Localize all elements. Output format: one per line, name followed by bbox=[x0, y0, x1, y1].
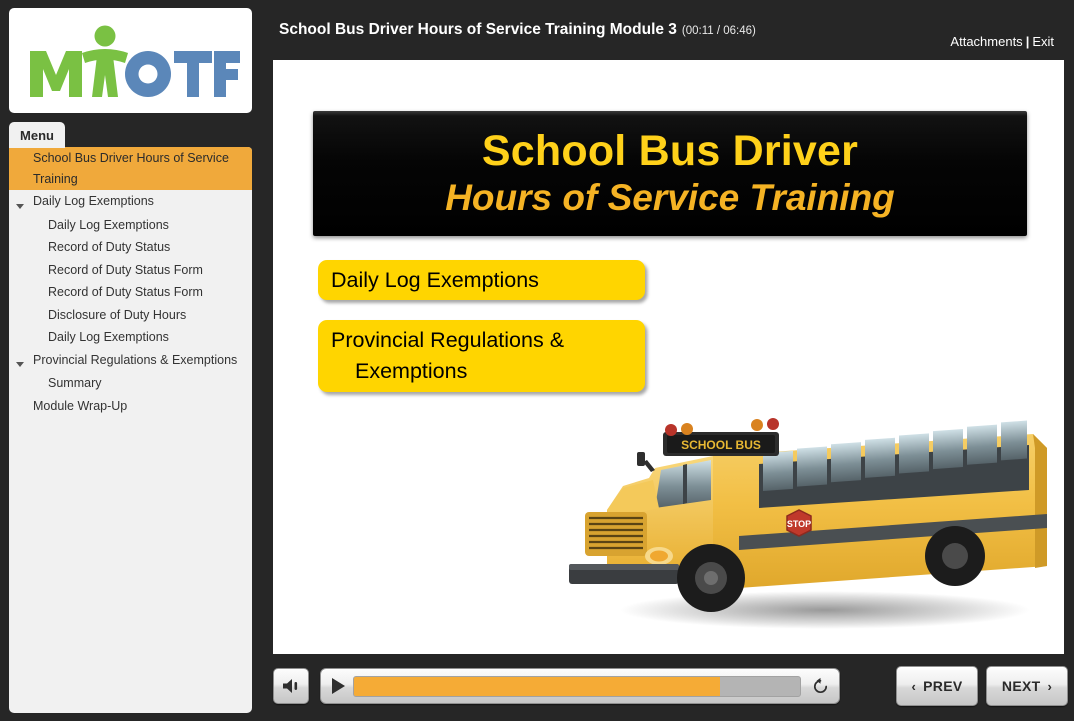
menu-item-label: Daily Log Exemptions bbox=[48, 330, 169, 344]
chevron-left-icon: ‹ bbox=[911, 678, 917, 694]
school-bus-roof-sign: SCHOOL BUS bbox=[663, 418, 779, 456]
slide-stage: School Bus Driver Hours of Service Train… bbox=[273, 60, 1064, 654]
chevron-down-icon[interactable] bbox=[9, 350, 31, 372]
timecode: (00:11 / 06:46) bbox=[681, 25, 756, 37]
menu-item-label: Record of Duty Status Form bbox=[48, 285, 203, 299]
menu-item-label: Summary bbox=[48, 376, 102, 390]
svg-text:SCHOOL BUS: SCHOOL BUS bbox=[681, 438, 761, 452]
menu-item-label: Module Wrap-Up bbox=[33, 398, 128, 413]
prev-button[interactable]: ‹ PREV bbox=[896, 666, 978, 706]
menu-tab[interactable]: Menu bbox=[9, 122, 65, 148]
replay-icon bbox=[813, 677, 827, 693]
myotf-logo-icon bbox=[29, 25, 240, 97]
slide-title-banner: School Bus Driver Hours of Service Train… bbox=[313, 111, 1027, 236]
menu-panel: School Bus Driver Hours of Service Train… bbox=[9, 147, 252, 713]
menu-tab-label: Menu bbox=[20, 127, 54, 143]
menu-item-label: Disclosure of Duty Hours bbox=[48, 307, 187, 322]
menu-item[interactable]: Provincial Regulations & Exemptions bbox=[9, 349, 252, 373]
course-title-text: School Bus Driver Hours of Service Train… bbox=[279, 21, 677, 38]
banner-line-1: School Bus Driver bbox=[481, 127, 859, 176]
volume-button[interactable] bbox=[273, 668, 309, 704]
next-button[interactable]: NEXT › bbox=[986, 666, 1068, 706]
page-title: School Bus Driver Hours of Service Train… bbox=[279, 21, 756, 39]
callout-2-line-2: Exemptions bbox=[355, 359, 468, 383]
menu-item-label: School Bus Driver Hours of Service Train… bbox=[33, 151, 229, 186]
callout-2-label: Provincial Regulations & Exemptions bbox=[331, 325, 564, 386]
menu-item[interactable]: Record of Duty Status Form bbox=[9, 281, 252, 304]
volume-icon bbox=[283, 679, 298, 693]
front-wheel bbox=[677, 544, 745, 612]
seek-track[interactable] bbox=[353, 675, 801, 697]
prev-button-label: PREV bbox=[923, 678, 963, 694]
menu-item-label: Provincial Regulations & Exemptions bbox=[33, 352, 238, 367]
menu-item[interactable]: School Bus Driver Hours of Service Train… bbox=[9, 147, 252, 190]
banner-line-2: Hours of Service Training bbox=[445, 176, 895, 218]
menu-item-label: Daily Log Exemptions bbox=[48, 217, 169, 232]
school-bus-image: STOP SCHOOL BUS bbox=[563, 360, 1063, 640]
logo-panel bbox=[9, 8, 252, 113]
header-links: Attachments | Exit bbox=[950, 34, 1054, 49]
sidebar: Menu School Bus Driver Hours of Service … bbox=[0, 0, 262, 721]
header-link-separator: | bbox=[1025, 34, 1030, 49]
chevron-right-icon: › bbox=[1047, 678, 1053, 694]
callout-1-label: Daily Log Exemptions bbox=[331, 267, 539, 292]
menu-item[interactable]: Record of Duty Status bbox=[9, 236, 252, 259]
menu-item[interactable]: Daily Log Exemptions bbox=[9, 214, 252, 237]
menu-item[interactable]: Daily Log Exemptions bbox=[9, 190, 252, 214]
player-control-bar: ‹ PREV NEXT › bbox=[273, 666, 1068, 714]
callout-daily-log-exemptions: Daily Log Exemptions bbox=[318, 260, 645, 300]
header: School Bus Driver Hours of Service Train… bbox=[262, 0, 1074, 60]
menu-item[interactable]: Daily Log Exemptions bbox=[9, 326, 252, 349]
svg-text:STOP: STOP bbox=[787, 519, 811, 529]
stop-sign: STOP bbox=[786, 509, 812, 537]
school-bus-illustration-icon: STOP SCHOOL BUS bbox=[569, 418, 1047, 629]
menu-item-label: Daily Log Exemptions bbox=[33, 194, 154, 208]
play-icon bbox=[331, 678, 345, 694]
menu-item-label: Record of Duty Status bbox=[48, 240, 171, 254]
menu-item[interactable]: Module Wrap-Up bbox=[9, 395, 252, 418]
chevron-down-icon[interactable] bbox=[9, 191, 31, 213]
callout-2-line-1: Provincial Regulations & bbox=[331, 328, 565, 353]
menu-item-label: Record of Duty Status Form bbox=[48, 262, 203, 277]
rear-wheel bbox=[925, 526, 985, 586]
exit-link[interactable]: Exit bbox=[1032, 34, 1054, 49]
next-button-label: NEXT bbox=[1001, 678, 1041, 694]
attachments-link[interactable]: Attachments bbox=[950, 34, 1022, 49]
menu-item[interactable]: Record of Duty Status Form bbox=[9, 259, 252, 282]
seek-bar-container bbox=[320, 668, 840, 704]
myotf-logo bbox=[22, 23, 240, 99]
menu-item[interactable]: Disclosure of Duty Hours bbox=[9, 304, 252, 327]
menu-tree: School Bus Driver Hours of Service Train… bbox=[9, 147, 252, 417]
seek-progress-fill bbox=[354, 676, 720, 696]
replay-button[interactable] bbox=[807, 673, 833, 699]
menu-item[interactable]: Summary bbox=[9, 372, 252, 395]
play-button[interactable] bbox=[327, 673, 349, 699]
